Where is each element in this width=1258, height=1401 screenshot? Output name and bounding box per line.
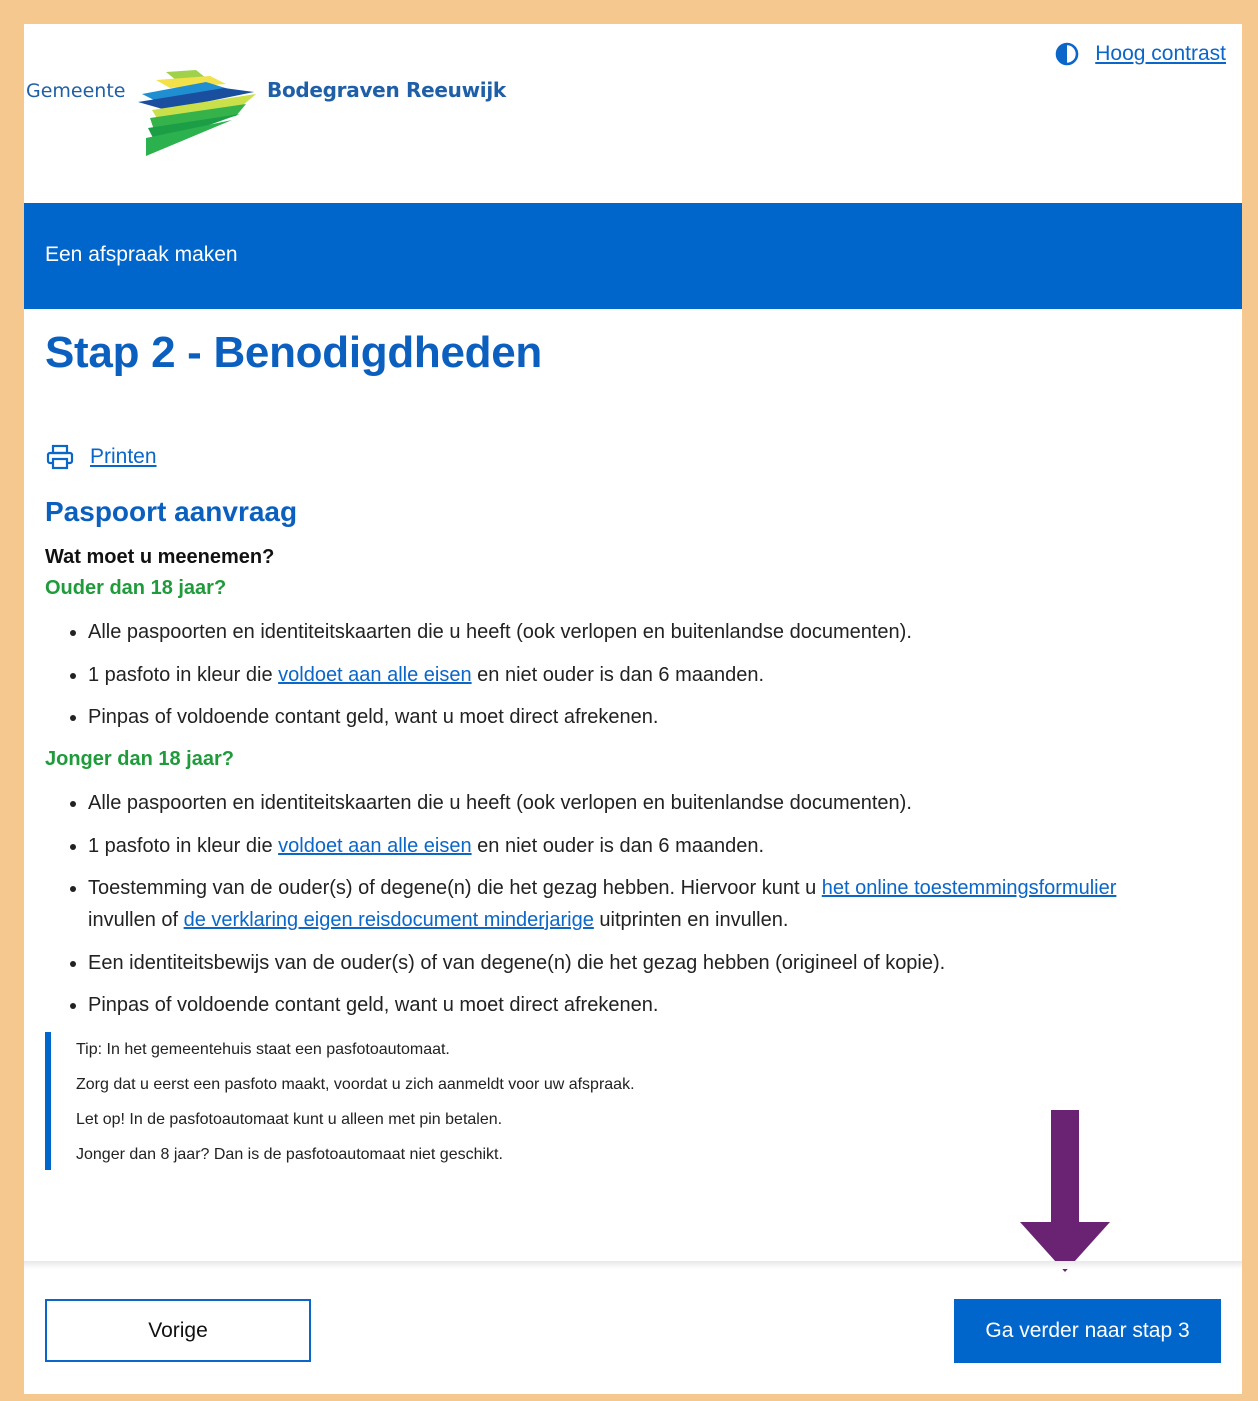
tip-line: Jonger dan 8 jaar? Dan is de pasfotoauto… — [76, 1146, 503, 1163]
list-item-text: invullen of — [88, 909, 184, 931]
list-item: Pinpas of voldoende contant geld, want u… — [88, 701, 1188, 733]
tip-line: Let op! In de pasfotoautomaat kunt u all… — [76, 1111, 503, 1128]
printer-icon — [46, 444, 74, 470]
header-band: Een afspraak maken — [24, 203, 1242, 309]
adult-requirements-list: Alle paspoorten en identiteitskaarten di… — [45, 616, 1188, 744]
group-title-minor: Jonger dan 18 jaar? — [45, 748, 234, 770]
list-item-text: en niet ouder is dan 6 maanden. — [471, 834, 765, 857]
list-item: Alle paspoorten en identiteitskaarten di… — [88, 616, 1188, 648]
list-item-text: 1 pasfoto in kleur die — [88, 663, 279, 686]
photo-requirements-link[interactable]: voldoet aan alle eisen — [278, 664, 471, 686]
high-contrast-toggle[interactable]: Hoog contrast — [1055, 42, 1226, 66]
list-item: Pinpas of voldoende contant geld, want u… — [88, 989, 1188, 1021]
next-step-button[interactable]: Ga verder naar stap 3 — [954, 1299, 1221, 1363]
list-item: Alle paspoorten en identiteitskaarten di… — [88, 787, 1188, 819]
list-item-text: Alle paspoorten en identiteitskaarten di… — [88, 792, 912, 814]
down-arrow-icon — [1020, 1110, 1110, 1272]
previous-button[interactable]: Vorige — [45, 1299, 311, 1362]
list-item: 1 pasfoto in kleur die voldoet aan alle … — [88, 830, 1188, 862]
list-item-text: Alle paspoorten en identiteitskaarten di… — [88, 621, 912, 643]
section-title: Paspoort aanvraag — [45, 496, 298, 527]
minor-declaration-link[interactable]: de verklaring eigen reisdocument minderj… — [184, 909, 594, 931]
list-item-text: Pinpas of voldoende contant geld, want u… — [88, 706, 659, 728]
list-item-text: Een identiteitsbewijs van de ouder(s) of… — [88, 951, 946, 974]
band-title: Een afspraak maken — [45, 243, 238, 266]
high-contrast-link[interactable]: Hoog contrast — [1095, 42, 1226, 66]
list-item: Een identiteitsbewijs van de ouder(s) of… — [88, 947, 1188, 979]
tip-line: Tip: In het gemeentehuis staat een pasfo… — [76, 1041, 450, 1058]
half-circle-contrast-icon — [1055, 42, 1079, 66]
list-item-text: Toestemming van de ouder(s) of degene(n)… — [88, 877, 822, 899]
print-link[interactable]: Printen — [90, 445, 157, 469]
page-title: Stap 2 - Benodigdheden — [45, 328, 542, 377]
logo-prefix: Gemeente — [26, 80, 126, 102]
page: Gemeente Bodegraven Reeuwijk Hoog contra… — [24, 24, 1242, 1394]
list-item-text: uitprinten en invullen. — [593, 909, 789, 931]
list-item: Toestemming van de ouder(s) of degene(n)… — [88, 872, 1188, 936]
tip-line: Zorg dat u eerst een pasfoto maakt, voor… — [76, 1076, 635, 1093]
list-item: 1 pasfoto in kleur die voldoet aan alle … — [88, 659, 1188, 691]
list-item-text: 1 pasfoto in kleur die — [88, 834, 279, 857]
print-action[interactable]: Printen — [46, 444, 157, 470]
tip-callout: Tip: In het gemeentehuis staat een pasfo… — [45, 1032, 745, 1170]
list-item-text: Pinpas of voldoende contant geld, want u… — [88, 994, 659, 1016]
logo-name: Bodegraven Reeuwijk — [267, 78, 506, 102]
list-item-text: en niet ouder is dan 6 maanden. — [471, 663, 765, 686]
section-question: Wat moet u meenemen? — [45, 546, 275, 568]
footer-divider — [24, 1261, 1242, 1269]
minor-requirements-list: Alle paspoorten en identiteitskaarten di… — [45, 787, 1188, 1032]
group-title-adult: Ouder dan 18 jaar? — [45, 577, 227, 599]
consent-form-link[interactable]: het online toestemmingsformulier — [822, 877, 1117, 899]
photo-requirements-link[interactable]: voldoet aan alle eisen — [278, 835, 471, 857]
municipality-logo-icon — [138, 70, 256, 156]
